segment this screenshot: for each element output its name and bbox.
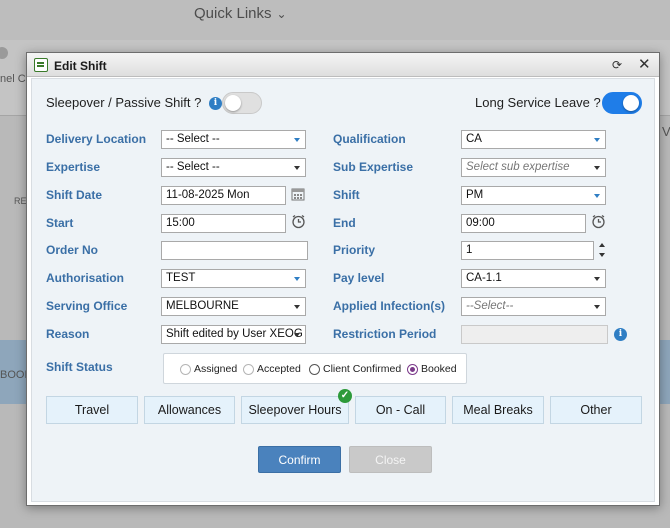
order-no-label: Order No xyxy=(46,243,99,257)
qualification-select[interactable]: CA xyxy=(461,130,606,149)
authorisation-label: Authorisation xyxy=(46,271,124,285)
background-label-fragment: RE xyxy=(14,196,27,206)
radio-assigned-label: Assigned xyxy=(194,363,238,375)
calendar-icon[interactable] xyxy=(290,187,306,203)
expertise-select[interactable]: -- Select -- xyxy=(161,158,306,177)
background-label-fragment: V xyxy=(662,124,670,139)
radio-assigned[interactable]: Assigned xyxy=(180,363,237,375)
radio-accepted[interactable]: Accepted xyxy=(243,363,301,375)
sleepover-label: Sleepover / Passive Shift ? xyxy=(46,95,202,110)
order-no-input[interactable] xyxy=(161,241,308,260)
priority-label: Priority xyxy=(333,243,376,257)
quick-links-menu[interactable]: Quick Links ⌄ xyxy=(194,5,287,22)
expertise-label: Expertise xyxy=(46,160,101,174)
chevron-down-icon: ⌄ xyxy=(276,7,287,21)
check-icon: ✓ xyxy=(338,389,352,403)
shift-status-label: Shift Status xyxy=(46,360,113,374)
form-icon xyxy=(34,58,48,72)
end-label: End xyxy=(333,216,356,230)
dialog-title: Edit Shift xyxy=(54,59,107,73)
shift-date-label: Shift Date xyxy=(46,188,103,202)
start-label: Start xyxy=(46,216,74,230)
info-icon[interactable]: i xyxy=(208,97,222,111)
tab-allowances[interactable]: Allowances xyxy=(144,396,235,424)
radio-client-confirmed[interactable]: Client Confirmed xyxy=(309,363,401,375)
end-time-input[interactable]: 09:00 xyxy=(461,214,586,233)
applied-infections-label: Applied Infection(s) xyxy=(333,299,445,313)
shift-date-input[interactable]: 11-08-2025 Mon xyxy=(161,186,286,205)
start-time-input[interactable]: 15:00 xyxy=(161,214,286,233)
tab-on-call[interactable]: On - Call xyxy=(355,396,446,424)
shift-select[interactable]: PM xyxy=(461,186,606,205)
reason-label: Reason xyxy=(46,327,90,341)
background-top-bar xyxy=(0,0,670,40)
reason-select[interactable]: Shift edited by User XEOG xyxy=(161,325,306,344)
edit-shift-dialog: Edit Shift ⟳ ✕ Sleepover / Passive Shift… xyxy=(26,52,660,506)
priority-input[interactable]: 1 xyxy=(461,241,594,260)
shift-status-radio-group: Assigned Accepted Client Confirmed Booke… xyxy=(163,353,467,384)
quick-links-label: Quick Links xyxy=(194,5,272,22)
radio-booked[interactable]: Booked xyxy=(407,363,457,375)
sleepover-toggle-row: Sleepover / Passive Shift ? i xyxy=(46,95,222,111)
clock-icon[interactable] xyxy=(590,214,606,230)
restriction-period-input xyxy=(461,325,608,344)
clock-icon[interactable] xyxy=(290,214,306,230)
tab-sleepover-hours[interactable]: Sleepover Hours xyxy=(241,396,349,424)
pay-level-select[interactable]: CA-1.1 xyxy=(461,269,606,288)
sleepover-toggle[interactable] xyxy=(222,92,262,114)
priority-spinner[interactable] xyxy=(598,241,608,261)
dialog-title-bar: Edit Shift ⟳ ✕ xyxy=(27,53,659,77)
tab-other[interactable]: Other xyxy=(550,396,642,424)
radio-accepted-label: Accepted xyxy=(257,363,301,375)
serving-office-label: Serving Office xyxy=(46,299,128,313)
delivery-location-label: Delivery Location xyxy=(46,132,147,146)
applied-infections-select[interactable]: --Select-- xyxy=(461,297,606,316)
close-icon[interactable]: ✕ xyxy=(638,56,651,74)
pay-level-label: Pay level xyxy=(333,271,385,285)
close-button[interactable]: Close xyxy=(349,446,432,473)
info-icon[interactable]: i xyxy=(614,328,627,341)
dialog-body: Sleepover / Passive Shift ? i Long Servi… xyxy=(31,78,655,502)
shift-label: Shift xyxy=(333,188,360,202)
restore-icon[interactable]: ⟳ xyxy=(612,56,622,74)
radio-booked-label: Booked xyxy=(421,363,457,375)
sub-expertise-label: Sub Expertise xyxy=(333,160,414,174)
long-service-label: Long Service Leave ? xyxy=(475,95,601,110)
sub-expertise-select[interactable]: Select sub expertise xyxy=(461,158,606,177)
long-service-toggle[interactable] xyxy=(602,92,642,114)
authorisation-select[interactable]: TEST xyxy=(161,269,306,288)
background-label-fragment: nel C xyxy=(0,73,26,85)
confirm-button[interactable]: Confirm xyxy=(258,446,341,473)
delivery-location-select[interactable]: -- Select -- xyxy=(161,130,306,149)
qualification-label: Qualification xyxy=(333,132,406,146)
tab-travel[interactable]: Travel xyxy=(46,396,138,424)
radio-client-confirmed-label: Client Confirmed xyxy=(323,363,402,375)
restriction-period-label: Restriction Period xyxy=(333,327,437,341)
tab-meal-breaks[interactable]: Meal Breaks xyxy=(452,396,544,424)
serving-office-select[interactable]: MELBOURNE xyxy=(161,297,306,316)
